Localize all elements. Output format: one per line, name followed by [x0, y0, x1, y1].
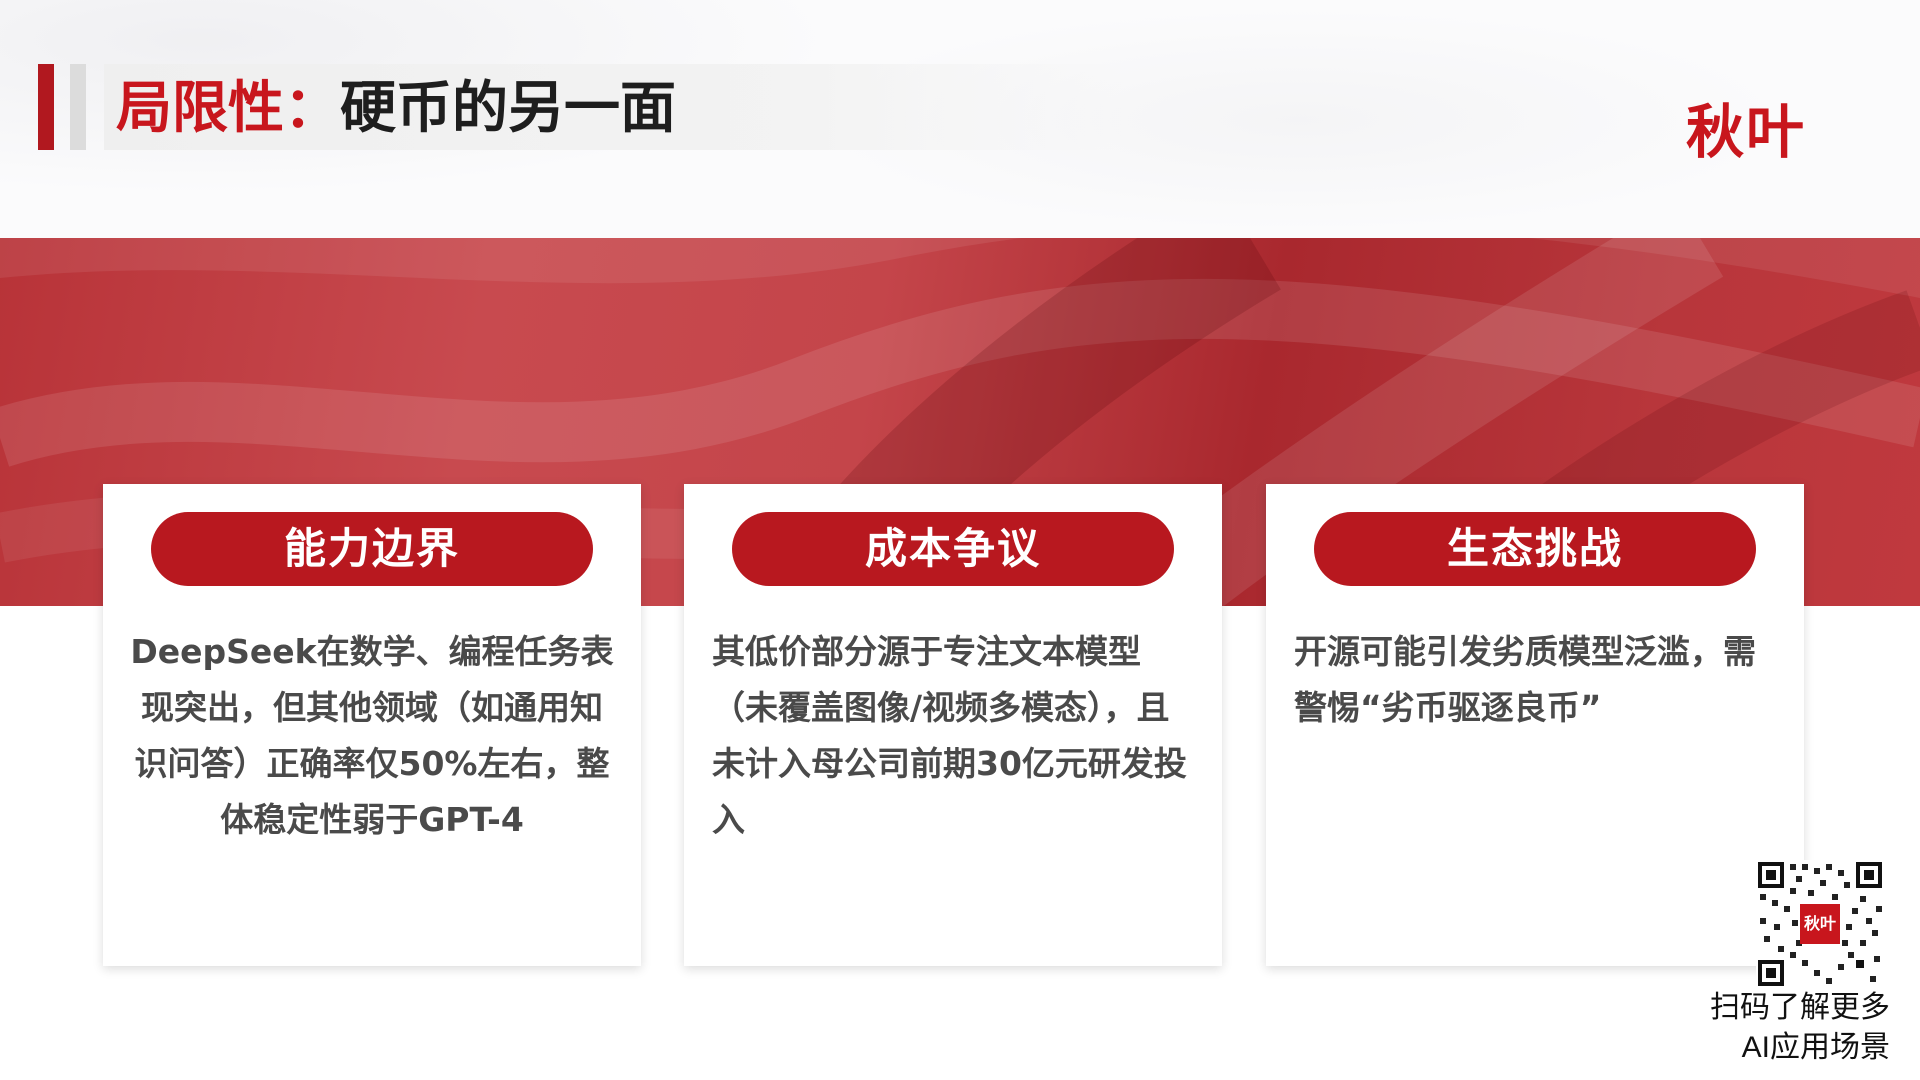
card-body-text: DeepSeek在数学、编程任务表现突出，但其他领域（如通用知识问答）正确率仅5… [130, 632, 614, 839]
card-heading: 成本争议 [732, 512, 1174, 586]
card-ecosystem: 生态挑战 开源可能引发劣质模型泛滥，需警惕“劣币驱逐良币” [1266, 484, 1804, 966]
qr-logo-badge: 秋叶 [1800, 904, 1840, 944]
brand-logo: 秋叶 [1686, 98, 1807, 166]
page-title-highlight: 局限性： [116, 76, 340, 141]
card-heading: 能力边界 [151, 512, 593, 586]
card-heading: 生态挑战 [1314, 512, 1756, 586]
card-cost: 成本争议 其低价部分源于专注文本模型（未覆盖图像/视频多模态），且未计入母公司前… [684, 484, 1222, 966]
qr-caption-line2: AI应用场景 [1741, 1031, 1890, 1064]
page-title-rest: 硬币的另一面 [340, 76, 676, 141]
card-body-text: 开源可能引发劣质模型泛滥，需警惕“劣币驱逐良币” [1294, 632, 1756, 727]
card-body-text: 其低价部分源于专注文本模型（未覆盖图像/视频多模态），且未计入母公司前期30亿元… [712, 632, 1187, 839]
title-accent-bar-gray [70, 64, 86, 150]
card-capability: 能力边界 DeepSeek在数学、编程任务表现突出，但其他领域（如通用知识问答）… [103, 484, 641, 966]
qr-caption: 扫码了解更多 AI应用场景 [1680, 988, 1890, 1068]
title-accent-bar-red [38, 64, 54, 150]
page-title: 局限性：硬币的另一面 [116, 74, 676, 144]
qr-code[interactable]: 秋叶 [1756, 860, 1884, 988]
qr-caption-line1: 扫码了解更多 [1710, 991, 1890, 1024]
